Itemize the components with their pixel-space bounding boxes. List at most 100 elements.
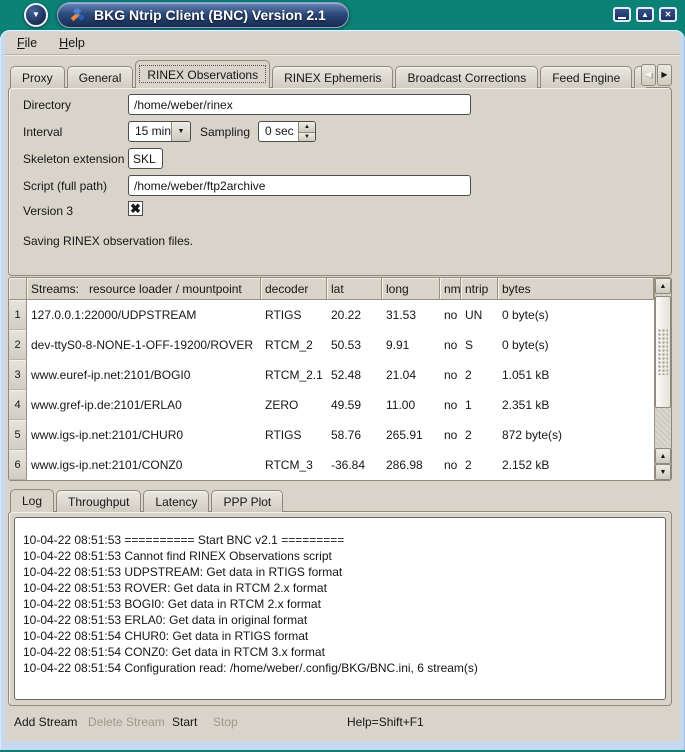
cell-nmea[interactable]: no [440,420,461,450]
cell-lat[interactable]: 52.48 [327,360,382,390]
scroll-up-button-2[interactable]: ▲ [655,448,671,464]
col-bytes[interactable]: bytes [498,278,654,300]
version3-checkbox[interactable]: ✖ [128,201,143,216]
delete-stream-button[interactable]: Delete Stream [88,715,165,729]
menu-file[interactable]: File [17,36,37,50]
spin-up-icon[interactable]: ▲ [299,122,315,132]
cell-ntrip[interactable]: 2 [461,450,498,480]
col-long[interactable]: long [382,278,440,300]
tab-scroll-left-button[interactable]: ◀ [641,64,656,86]
cell-decoder[interactable]: ZERO [261,390,327,420]
window-menu-button[interactable]: ▼ [24,3,48,27]
row-header[interactable]: 5 [9,420,27,450]
cell-lat[interactable]: 20.22 [327,300,382,330]
cell-ntrip[interactable]: 1 [461,390,498,420]
cell-bytes[interactable]: 0 byte(s) [498,330,654,360]
cell-lat[interactable]: 50.53 [327,330,382,360]
cell-long[interactable]: 21.04 [382,360,440,390]
cell-lat[interactable]: 58.76 [327,420,382,450]
cell-bytes[interactable]: 872 byte(s) [498,420,654,450]
tab-proxy[interactable]: Proxy [10,66,65,88]
script-path-input[interactable] [128,175,471,196]
maximize-button[interactable]: ▲ [636,7,654,22]
tab-log[interactable]: Log [10,489,54,512]
cell-mountpoint[interactable]: www.igs-ip.net:2101/CONZ0 [27,450,261,480]
table-row[interactable]: 5 www.igs-ip.net:2101/CHUR0 RTIGS 58.76 … [9,420,654,450]
cell-ntrip[interactable]: S [461,330,498,360]
scroll-down-button[interactable]: ▼ [655,464,671,480]
cell-lat[interactable]: 49.59 [327,390,382,420]
minimize-button[interactable] [613,7,631,22]
cell-decoder[interactable]: RTIGS [261,420,327,450]
row-header[interactable]: 2 [9,330,27,360]
skeleton-extension-input[interactable] [128,148,163,169]
col-nmea[interactable]: nmea [440,278,461,300]
stop-button[interactable]: Stop [213,715,238,729]
interval-label: Interval [23,125,62,139]
table-row[interactable]: 2 dev-ttyS0-8-NONE-1-OFF-19200/ROVER RTC… [9,330,654,360]
cell-long[interactable]: 265.91 [382,420,440,450]
cell-nmea[interactable]: no [440,330,461,360]
row-header[interactable]: 4 [9,390,27,420]
cell-bytes[interactable]: 2.351 kB [498,390,654,420]
start-button[interactable]: Start [172,715,197,729]
cell-lat[interactable]: -36.84 [327,450,382,480]
maximize-icon: ▲ [641,11,649,19]
cell-decoder[interactable]: RTIGS [261,300,327,330]
tab-rinex-observations[interactable]: RINEX Observations [135,60,270,88]
table-scrollbar[interactable]: ▲ ▲ ▼ [654,278,671,480]
sampling-spinner[interactable]: 0 sec ▲ ▼ [258,121,316,142]
cell-long[interactable]: 9.91 [382,330,440,360]
tab-ppp-plot[interactable]: PPP Plot [211,490,283,512]
close-button[interactable]: ✕ [659,7,677,22]
menu-help[interactable]: Help [59,36,85,50]
row-header[interactable]: 1 [9,300,27,330]
tab-rinex-ephemeris[interactable]: RINEX Ephemeris [272,66,393,88]
log-view[interactable]: 10-04-22 08:51:53 ========== Start BNC v… [14,517,666,700]
table-row[interactable]: 6 www.igs-ip.net:2101/CONZ0 RTCM_3 -36.8… [9,450,654,480]
cell-decoder[interactable]: RTCM_3 [261,450,327,480]
table-row[interactable]: 3 www.euref-ip.net:2101/BOGI0 RTCM_2.1 5… [9,360,654,390]
cell-ntrip[interactable]: UN [461,300,498,330]
tab-general[interactable]: General [67,66,134,88]
col-mountpoint[interactable]: Streams: resource loader / mountpoint [27,278,261,300]
cell-nmea[interactable]: no [440,360,461,390]
tab-latency[interactable]: Latency [143,490,209,512]
cell-ntrip[interactable]: 2 [461,420,498,450]
cell-mountpoint[interactable]: 127.0.0.1:22000/UDPSTREAM [27,300,261,330]
directory-input[interactable] [128,94,471,115]
cell-nmea[interactable]: no [440,390,461,420]
tab-scroll-right-button[interactable]: ▶ [657,64,672,86]
tab-throughput[interactable]: Throughput [56,490,141,512]
cell-bytes[interactable]: 0 byte(s) [498,300,654,330]
cell-long[interactable]: 286.98 [382,450,440,480]
cell-nmea[interactable]: no [440,300,461,330]
cell-mountpoint[interactable]: www.euref-ip.net:2101/BOGI0 [27,360,261,390]
cell-mountpoint[interactable]: dev-ttyS0-8-NONE-1-OFF-19200/ROVER [27,330,261,360]
interval-select[interactable]: 15 min ▼ [128,121,191,142]
cell-long[interactable]: 31.53 [382,300,440,330]
tab-broadcast-corrections[interactable]: Broadcast Corrections [395,66,538,88]
cell-long[interactable]: 11.00 [382,390,440,420]
cell-bytes[interactable]: 2.152 kB [498,450,654,480]
cell-nmea[interactable]: no [440,450,461,480]
col-lat[interactable]: lat [327,278,382,300]
cell-mountpoint[interactable]: www.gref-ip.de:2101/ERLA0 [27,390,261,420]
table-row[interactable]: 1 127.0.0.1:22000/UDPSTREAM RTIGS 20.22 … [9,300,654,330]
cell-decoder[interactable]: RTCM_2.1 [261,360,327,390]
scrollbar-thumb[interactable] [655,296,671,408]
cell-ntrip[interactable]: 2 [461,360,498,390]
col-ntrip[interactable]: ntrip [461,278,498,300]
spin-down-icon[interactable]: ▼ [299,132,315,142]
add-stream-button[interactable]: Add Stream [14,715,77,729]
cell-mountpoint[interactable]: www.igs-ip.net:2101/CHUR0 [27,420,261,450]
tab-feed-engine[interactable]: Feed Engine [540,66,632,88]
rinex-observations-panel: Directory Interval 15 min ▼ Sampling 0 s… [8,87,672,276]
cell-bytes[interactable]: 1.051 kB [498,360,654,390]
row-header[interactable]: 6 [9,450,27,480]
cell-decoder[interactable]: RTCM_2 [261,330,327,360]
row-header[interactable]: 3 [9,360,27,390]
scroll-up-button[interactable]: ▲ [655,278,671,294]
table-row[interactable]: 4 www.gref-ip.de:2101/ERLA0 ZERO 49.59 1… [9,390,654,420]
col-decoder[interactable]: decoder [261,278,327,300]
